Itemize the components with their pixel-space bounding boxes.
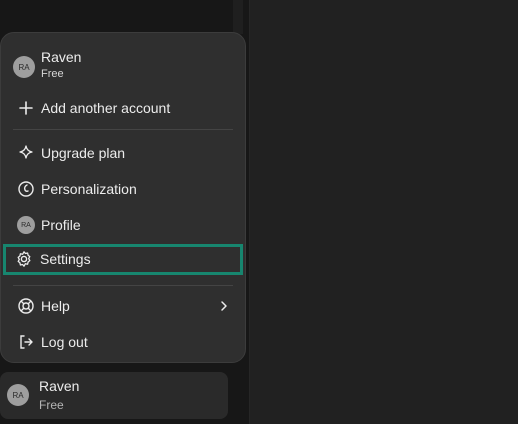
chevron-right-icon	[217, 299, 231, 313]
account-avatar: RA	[13, 56, 35, 78]
sidebar-divider	[249, 0, 250, 424]
help-item[interactable]: Help	[1, 289, 245, 323]
menu-divider	[13, 129, 233, 130]
upgrade-plan-item[interactable]: Upgrade plan	[1, 136, 245, 170]
footer-user-name: Raven	[39, 378, 80, 394]
profile-avatar-icon: RA	[16, 215, 36, 235]
lifebuoy-icon	[16, 296, 36, 316]
sidebar-user-button[interactable]: RA Raven Free	[0, 372, 228, 419]
account-menu: RA Raven Free Add another account Upgrad…	[0, 32, 246, 363]
plus-icon	[16, 98, 36, 118]
menu-divider-2	[13, 285, 233, 286]
sidebar-scroll-strip	[233, 0, 243, 34]
avatar-initials: RA	[13, 56, 35, 78]
add-account-label: Add another account	[41, 100, 171, 116]
logout-label: Log out	[41, 334, 88, 350]
help-label: Help	[41, 298, 70, 314]
current-account[interactable]: RA Raven Free	[1, 49, 245, 85]
upgrade-plan-label: Upgrade plan	[41, 145, 126, 161]
add-account-item[interactable]: Add another account	[1, 91, 245, 125]
profile-label: Profile	[41, 217, 81, 233]
personalization-item[interactable]: Personalization	[1, 172, 245, 206]
profile-avatar-initials: RA	[17, 216, 35, 234]
sparkle-icon	[16, 143, 36, 163]
footer-user-plan: Free	[39, 398, 64, 412]
profile-item[interactable]: RA Profile	[1, 208, 245, 242]
logout-item[interactable]: Log out	[1, 325, 245, 359]
account-name: Raven	[41, 49, 82, 65]
personalization-label: Personalization	[41, 181, 137, 197]
logout-icon	[16, 332, 36, 352]
settings-highlight	[3, 244, 243, 275]
footer-avatar: RA	[7, 384, 29, 406]
account-plan: Free	[41, 68, 64, 80]
personalization-icon	[16, 179, 36, 199]
